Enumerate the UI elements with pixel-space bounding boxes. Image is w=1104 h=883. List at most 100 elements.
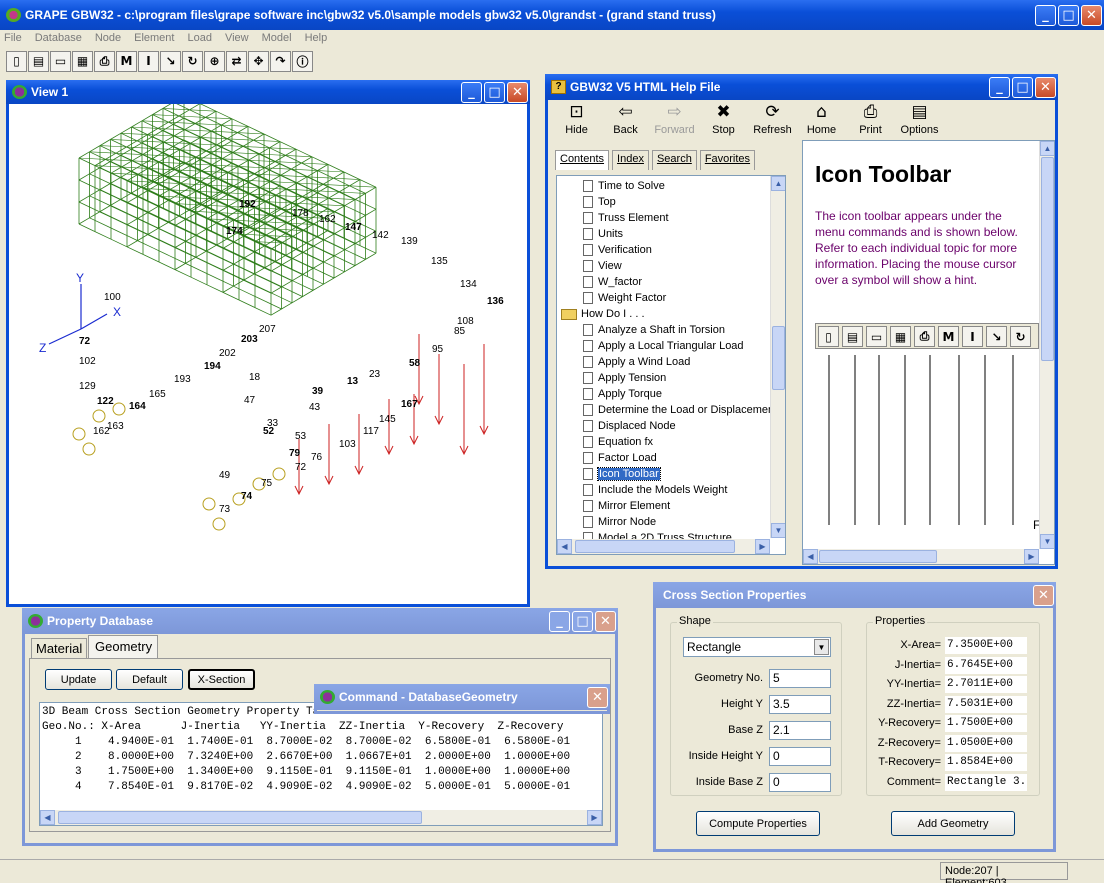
info-icon[interactable]: ⓘ bbox=[292, 50, 313, 72]
help-stop-button[interactable]: ✖ Stop bbox=[699, 102, 748, 142]
table-row[interactable]: 4 7.8540E-01 9.8170E-02 4.9090E-02 4.909… bbox=[42, 780, 570, 795]
help-tree-item[interactable]: Time to Solve bbox=[561, 178, 767, 194]
help-forward-button[interactable]: ⇨ Forward bbox=[650, 102, 699, 142]
maximize-button[interactable]: □ bbox=[1058, 4, 1079, 26]
menu-view[interactable]: View bbox=[225, 32, 249, 44]
help-tree-item[interactable]: View bbox=[561, 258, 767, 274]
table-row[interactable]: 1 4.9400E-01 1.7400E-01 8.7000E-02 8.700… bbox=[42, 735, 570, 750]
help-tree-item[interactable]: Apply a Local Triangular Load bbox=[561, 338, 767, 354]
help-tree-item[interactable]: How Do I . . . bbox=[561, 306, 767, 322]
view1-close-button[interactable]: ✕ bbox=[507, 81, 528, 103]
help-tree-item[interactable]: Mirror Element bbox=[561, 498, 767, 514]
truss-model-drawing[interactable]: YXZ1921781621471421391741351341361089558… bbox=[9, 95, 527, 604]
propdb-close-button[interactable]: ✕ bbox=[595, 610, 616, 632]
content-scroll-right-arrow-icon[interactable]: ▶ bbox=[1024, 549, 1039, 564]
table-row[interactable]: 3 1.7500E+00 1.3400E+00 9.1150E-01 9.115… bbox=[42, 765, 570, 780]
close-button[interactable]: ✕ bbox=[1081, 4, 1102, 26]
help-tree-item[interactable]: Apply Tension bbox=[561, 370, 767, 386]
content-scroll-left-arrow-icon[interactable]: ◀ bbox=[803, 549, 818, 564]
geometry-table-hscroll[interactable]: ◀ ▶ bbox=[40, 810, 602, 825]
scroll-thumb-h[interactable] bbox=[575, 540, 735, 553]
menu-help[interactable]: Help bbox=[305, 32, 328, 44]
help-tree-item[interactable]: Equation fx bbox=[561, 434, 767, 450]
menu-file[interactable]: File bbox=[4, 32, 22, 44]
xsec-close-button[interactable]: ✕ bbox=[1033, 584, 1054, 606]
help-options-button[interactable]: ▤ Options bbox=[895, 102, 944, 142]
content-scroll-thumb-h[interactable] bbox=[819, 550, 937, 563]
move-horizontal-icon[interactable]: ⇄ bbox=[226, 50, 247, 72]
help-tree-item[interactable]: Truss Element bbox=[561, 210, 767, 226]
view1-maximize-button[interactable]: □ bbox=[484, 81, 505, 103]
print-icon[interactable]: ⎙ bbox=[94, 50, 115, 72]
geometry-table[interactable]: 3D Beam Cross Section Geometry Property … bbox=[39, 702, 603, 826]
help-tree-item[interactable]: Mirror Node bbox=[561, 514, 767, 530]
help-tree-hscroll[interactable]: ◀ ▶ bbox=[557, 539, 770, 554]
hook-icon[interactable]: ↘ bbox=[160, 50, 181, 72]
chevron-down-icon[interactable]: ▼ bbox=[814, 639, 829, 655]
propdb-maximize-button[interactable]: □ bbox=[572, 610, 593, 632]
curve-arrow-icon[interactable]: ↷ bbox=[270, 50, 291, 72]
help-home-button[interactable]: ⌂ Home bbox=[797, 102, 846, 142]
help-content-vscroll[interactable]: ▲ ▼ bbox=[1039, 141, 1054, 549]
menu-load[interactable]: Load bbox=[187, 32, 211, 44]
scroll-thumb[interactable] bbox=[772, 326, 785, 390]
help-tree-vscroll[interactable]: ▲ ▼ bbox=[770, 176, 785, 538]
field-input[interactable]: 0 bbox=[769, 773, 831, 792]
table-scroll-left-arrow-icon[interactable]: ◀ bbox=[40, 810, 55, 825]
help-print-button[interactable]: ⎙ Print bbox=[846, 102, 895, 142]
content-scroll-thumb[interactable] bbox=[1041, 157, 1054, 361]
help-content-hscroll[interactable]: ◀ ▶ bbox=[803, 549, 1039, 564]
help-tree-item[interactable]: Icon Toolbar bbox=[561, 466, 767, 482]
propdb-tab-geometry[interactable]: Geometry bbox=[88, 635, 158, 659]
help-maximize-button[interactable]: □ bbox=[1012, 76, 1033, 98]
table-scroll-thumb[interactable] bbox=[58, 811, 422, 824]
menu-element[interactable]: Element bbox=[134, 32, 174, 44]
rotate-icon[interactable]: ↻ bbox=[182, 50, 203, 72]
scroll-down-arrow-icon[interactable]: ▼ bbox=[771, 523, 785, 538]
help-tree-item[interactable]: Units bbox=[561, 226, 767, 242]
help-tab-contents[interactable]: Contents bbox=[555, 150, 610, 170]
help-refresh-button[interactable]: ⟳ Refresh bbox=[748, 102, 797, 142]
help-tree-item[interactable]: W_factor bbox=[561, 274, 767, 290]
copy-icon[interactable]: ▭ bbox=[50, 50, 71, 72]
add-geometry-button[interactable]: Add Geometry bbox=[891, 811, 1015, 836]
i-icon[interactable]: I bbox=[138, 50, 159, 72]
propdb-tab-material[interactable]: Material bbox=[31, 638, 87, 658]
field-input[interactable]: 0 bbox=[769, 747, 831, 766]
help-tree-item[interactable]: Apply Torque bbox=[561, 386, 767, 402]
content-scroll-up-arrow-icon[interactable]: ▲ bbox=[1040, 141, 1054, 156]
help-tree-item[interactable]: Determine the Load or Displacemen bbox=[561, 402, 774, 418]
help-close-button[interactable]: ✕ bbox=[1035, 76, 1056, 98]
field-input[interactable]: 3.5 bbox=[769, 695, 831, 714]
table-row[interactable]: 2 8.0000E+00 7.3240E+00 2.6670E+00 1.066… bbox=[42, 750, 570, 765]
x-section-button[interactable]: X-Section bbox=[188, 669, 255, 690]
help-tree-item[interactable]: Displaced Node bbox=[561, 418, 767, 434]
menu-database[interactable]: Database bbox=[35, 32, 82, 44]
paste-icon[interactable]: ▦ bbox=[72, 50, 93, 72]
compute-properties-button[interactable]: Compute Properties bbox=[696, 811, 820, 836]
field-input[interactable]: 2.1 bbox=[769, 721, 831, 740]
help-tab-favorites[interactable]: Favorites bbox=[699, 150, 756, 170]
help-tab-search[interactable]: Search bbox=[651, 150, 697, 170]
help-minimize-button[interactable]: _ bbox=[989, 76, 1010, 98]
menu-model[interactable]: Model bbox=[262, 32, 292, 44]
help-tree-item[interactable]: Include the Models Weight bbox=[561, 482, 767, 498]
propdb-minimize-button[interactable]: _ bbox=[549, 610, 570, 632]
field-input[interactable]: 5 bbox=[769, 669, 831, 688]
shape-select[interactable]: Rectangle ▼ bbox=[683, 637, 831, 657]
help-tree-item[interactable]: Verification bbox=[561, 242, 767, 258]
command-close-button[interactable]: ✕ bbox=[587, 686, 608, 708]
move-icon[interactable]: ✥ bbox=[248, 50, 269, 72]
scroll-left-arrow-icon[interactable]: ◀ bbox=[557, 539, 572, 554]
update-button[interactable]: Update bbox=[45, 669, 112, 690]
help-tree-item[interactable]: Top bbox=[561, 194, 767, 210]
help-hide-button[interactable]: ⊡ Hide bbox=[552, 102, 601, 142]
help-tree-item[interactable]: Analyze a Shaft in Torsion bbox=[561, 322, 767, 338]
table-scroll-right-arrow-icon[interactable]: ▶ bbox=[587, 810, 602, 825]
help-tab-index[interactable]: Index bbox=[612, 150, 649, 170]
minimize-button[interactable]: _ bbox=[1035, 4, 1056, 26]
content-scroll-down-arrow-icon[interactable]: ▼ bbox=[1040, 534, 1054, 549]
target-icon[interactable]: ⊕ bbox=[204, 50, 225, 72]
help-back-button[interactable]: ⇦ Back bbox=[601, 102, 650, 142]
view1-minimize-button[interactable]: _ bbox=[461, 81, 482, 103]
